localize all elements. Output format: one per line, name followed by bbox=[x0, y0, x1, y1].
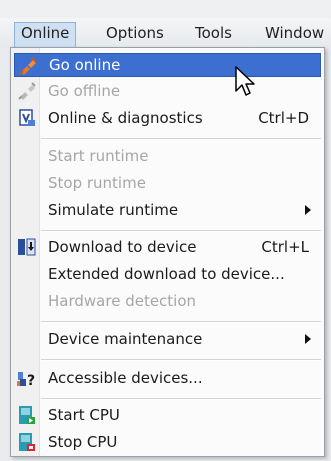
menu-separator bbox=[41, 398, 321, 400]
background-right bbox=[325, 48, 331, 461]
menu-item-label: Go offline bbox=[48, 82, 121, 100]
diagnostics-icon bbox=[17, 108, 37, 128]
menu-separator bbox=[41, 321, 321, 323]
menu-item-download-to-device[interactable]: Download to device Ctrl+L bbox=[14, 235, 321, 259]
menu-item-label: Hardware detection bbox=[48, 292, 197, 310]
menu-item-device-maintenance[interactable]: Device maintenance bbox=[14, 327, 321, 351]
menu-item-label: Start runtime bbox=[48, 147, 149, 165]
menu-item-label: Download to device bbox=[48, 238, 197, 256]
menu-item-label: Device maintenance bbox=[48, 330, 203, 348]
application-window: Online Options Tools Window Go online Go… bbox=[0, 0, 331, 461]
menu-separator bbox=[41, 359, 321, 361]
go-offline-icon bbox=[17, 81, 37, 101]
menu-item-shortcut: Ctrl+L bbox=[261, 238, 309, 256]
menu-separator bbox=[41, 230, 321, 232]
menu-item-label: Simulate runtime bbox=[48, 201, 179, 219]
menu-online[interactable]: Online bbox=[14, 22, 77, 47]
go-online-icon bbox=[18, 56, 38, 76]
menu-tools[interactable]: Tools bbox=[195, 23, 232, 44]
menu-item-label: Go online bbox=[49, 56, 121, 74]
menu-item-online-diagnostics[interactable]: Online & diagnostics Ctrl+D bbox=[14, 106, 321, 130]
menu-bar: Online Options Tools Window bbox=[0, 18, 331, 49]
menu-item-start-runtime[interactable]: Start runtime bbox=[14, 144, 321, 168]
menu-item-simulate-runtime[interactable]: Simulate runtime bbox=[14, 198, 321, 222]
menu-separator bbox=[41, 138, 321, 140]
menu-options[interactable]: Options bbox=[106, 23, 164, 44]
menu-item-accessible-devices[interactable]: ? Accessible devices... bbox=[14, 366, 321, 390]
menu-item-stop-runtime[interactable]: Stop runtime bbox=[14, 171, 321, 195]
start-cpu-icon bbox=[17, 405, 37, 425]
menu-item-label: Extended download to device... bbox=[48, 265, 285, 283]
stop-cpu-icon bbox=[17, 432, 37, 452]
download-icon bbox=[17, 237, 37, 257]
menu-item-label: Start CPU bbox=[48, 406, 120, 424]
accessible-devices-icon: ? bbox=[17, 368, 37, 389]
menu-item-start-cpu[interactable]: Start CPU bbox=[14, 403, 321, 427]
menu-item-hardware-detection[interactable]: Hardware detection bbox=[14, 289, 321, 313]
menu-item-label: Accessible devices... bbox=[48, 369, 203, 387]
menu-item-go-online[interactable]: Go online bbox=[14, 53, 321, 77]
submenu-arrow-icon bbox=[305, 205, 311, 215]
menu-item-stop-cpu[interactable]: Stop CPU bbox=[14, 430, 321, 454]
svg-text:?: ? bbox=[27, 373, 35, 388]
menu-item-shortcut: Ctrl+D bbox=[258, 109, 309, 127]
submenu-arrow-icon bbox=[305, 334, 311, 344]
menu-window[interactable]: Window bbox=[265, 23, 324, 44]
menu-item-extended-download[interactable]: Extended download to device... bbox=[14, 262, 321, 286]
menu-item-label: Stop runtime bbox=[48, 174, 146, 192]
background-left bbox=[0, 48, 10, 461]
menu-item-go-offline[interactable]: Go offline bbox=[14, 79, 321, 103]
menu-item-label: Stop CPU bbox=[48, 433, 118, 451]
mouse-cursor-icon bbox=[234, 66, 258, 100]
online-menu-dropdown: Go online Go offline Online & diagnostic… bbox=[10, 47, 325, 457]
menu-item-label: Online & diagnostics bbox=[48, 109, 203, 127]
